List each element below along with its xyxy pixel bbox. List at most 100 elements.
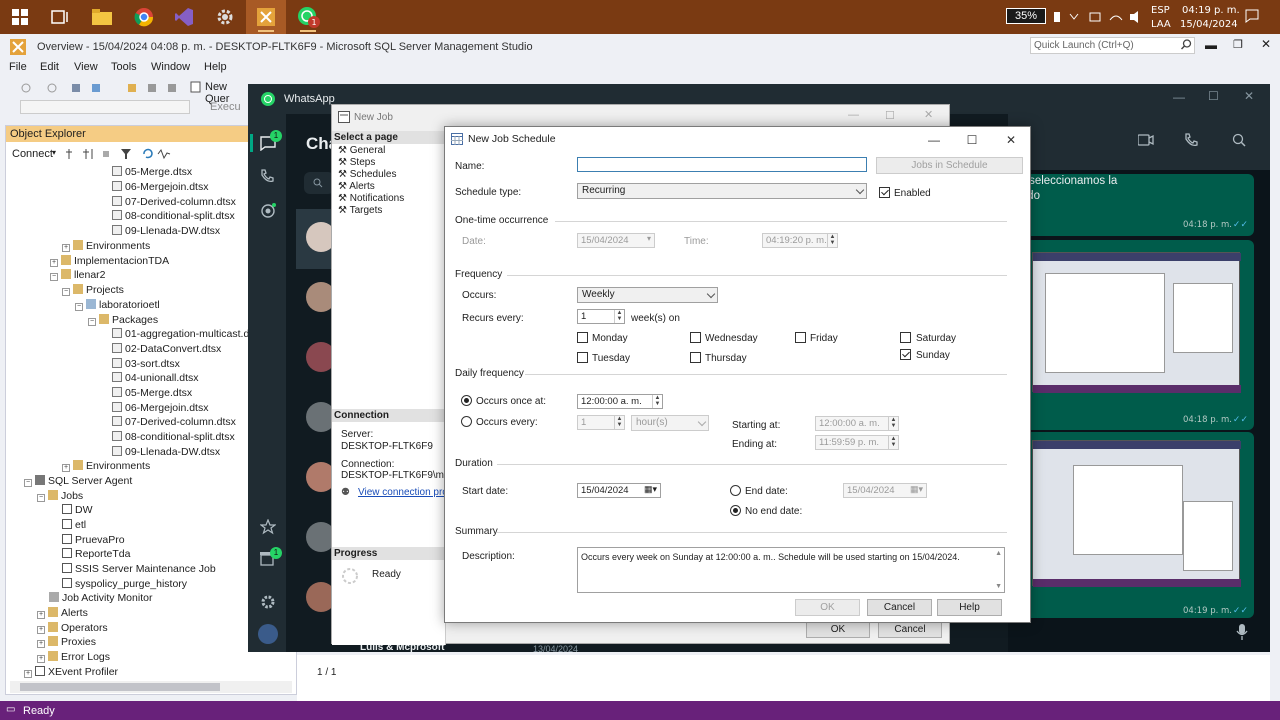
tree-item[interactable]: + ImplementacionTDA (50, 255, 169, 270)
friday-checkbox[interactable] (795, 332, 806, 343)
horizontal-scrollbar[interactable] (10, 681, 292, 693)
task-view-icon[interactable] (40, 0, 80, 34)
wa-close-button[interactable]: ✕ (1244, 89, 1254, 103)
tree-item[interactable]: 06-Mergejoin.dtsx (112, 181, 208, 196)
thursday-checkbox[interactable] (690, 352, 701, 363)
execute-button[interactable]: Execu (210, 101, 241, 113)
nj-minimize-button[interactable]: — (848, 109, 859, 121)
dialog-close-button[interactable]: ✕ (1002, 133, 1020, 147)
tree-item[interactable]: + XEvent Profiler (24, 666, 118, 681)
database-selector[interactable] (20, 100, 190, 114)
onetime-time-input[interactable]: 04:19:20 p. m. ▲ ▼ (762, 233, 838, 248)
schedule-ok-button[interactable]: OK (795, 599, 860, 616)
expand-icon[interactable]: + (62, 464, 70, 472)
tree-item[interactable]: 05-Merge.dtsx (112, 387, 192, 402)
new-query-icon[interactable] (190, 81, 201, 93)
ssms-close-button[interactable]: ✕ (1261, 37, 1271, 51)
page-schedules[interactable]: ⚒ Schedules (338, 169, 396, 180)
profile-avatar[interactable] (258, 624, 278, 644)
page-notifications[interactable]: ⚒ Notifications (338, 193, 404, 204)
occurs-every-radio[interactable] (461, 416, 472, 427)
tree-item[interactable]: Job Activity Monitor (49, 592, 152, 607)
tree-item[interactable]: − llenar2 (50, 269, 106, 284)
once-time-spinner-icon[interactable]: ▲ ▼ (652, 395, 662, 408)
occurs-every-input[interactable]: 1 ▲ ▼ (577, 415, 625, 430)
description-textarea[interactable]: Occurs every week on Sunday at 12:00:00 … (577, 547, 1005, 593)
every-spinner-icon[interactable]: ▲ ▼ (614, 416, 624, 429)
expand-icon[interactable]: + (37, 640, 45, 648)
tree-item[interactable]: − laboratorioetl (75, 299, 160, 314)
monday-checkbox[interactable] (577, 332, 588, 343)
menu-window[interactable]: Window (151, 61, 190, 73)
wa-maximize-button[interactable]: ☐ (1208, 89, 1219, 103)
quick-launch-input[interactable]: Quick Launch (Ctrl+Q) (1030, 37, 1195, 54)
tree-item[interactable]: etl (62, 519, 86, 534)
tree-item[interactable]: 03-sort.dtsx (112, 358, 180, 373)
occurs-every-unit-select[interactable]: hour(s) (631, 415, 709, 431)
page-targets[interactable]: ⚒ Targets (338, 205, 382, 216)
scrollbar-thumb[interactable] (20, 683, 220, 691)
tree-item[interactable]: 02-DataConvert.dtsx (112, 343, 221, 358)
page-general[interactable]: ⚒ General (338, 145, 385, 156)
collapse-icon[interactable]: − (75, 303, 83, 311)
expand-icon[interactable]: + (50, 259, 58, 267)
tree-item[interactable]: SSIS Server Maintenance Job (62, 563, 216, 578)
visual-studio-icon[interactable] (164, 0, 204, 34)
search-conversation-icon[interactable] (1232, 133, 1246, 147)
nj-maximize-button[interactable]: ☐ (885, 109, 895, 122)
dialog-maximize-button[interactable]: ☐ (963, 133, 981, 147)
schedule-type-select[interactable]: Recurring (577, 183, 867, 199)
tree-item[interactable]: − Jobs (37, 490, 83, 505)
wednesday-checkbox[interactable] (690, 332, 701, 343)
tree-item[interactable]: 09-Llenada-DW.dtsx (112, 225, 220, 240)
tree-item[interactable]: + Environments (62, 240, 150, 255)
screenshot-image[interactable] (1032, 252, 1241, 393)
expand-icon[interactable]: + (37, 611, 45, 619)
menu-view[interactable]: View (74, 61, 98, 73)
file-explorer-icon[interactable] (82, 0, 122, 34)
expand-icon[interactable]: + (62, 244, 70, 252)
tree-item[interactable]: + Proxies (37, 636, 96, 651)
message-bubble[interactable]: s, y seleccionamos la enado 04:18 p. m. … (1004, 174, 1254, 236)
tree-item[interactable]: 07-Derived-column.dtsx (112, 196, 236, 211)
jobs-in-schedule-button[interactable]: Jobs in Schedule (876, 157, 1023, 174)
occurs-once-time-input[interactable]: 12:00:00 a. m. ▲ ▼ (577, 394, 663, 409)
connect-button[interactable]: Connect (12, 148, 53, 160)
toolbar-icons[interactable] (20, 82, 190, 94)
start-date-picker[interactable]: 15/04/2024 ▦▾ (577, 483, 661, 498)
start-date-calendar-icon[interactable]: ▦▾ (644, 484, 657, 495)
ssms-minimize-button[interactable]: ▬ (1205, 38, 1217, 52)
end-date-calendar-icon[interactable]: ▦▾ (910, 484, 923, 495)
saturday-checkbox[interactable] (900, 332, 911, 343)
collapse-icon[interactable]: − (24, 479, 32, 487)
menu-file[interactable]: File (9, 61, 27, 73)
scroll-down-icon[interactable]: ▼ (995, 583, 1002, 590)
tree-item[interactable]: DW (62, 504, 93, 519)
expand-icon[interactable]: + (37, 655, 45, 663)
ending-at-input[interactable]: 11:59:59 p. m. ▲ ▼ (815, 435, 899, 450)
nj-close-button[interactable]: ✕ (924, 108, 933, 121)
onetime-date-picker[interactable]: 15/04/2024 ▾ (577, 233, 655, 248)
tree-item[interactable]: + Environments (62, 460, 150, 475)
quick-launch-search-icon[interactable] (1181, 39, 1192, 50)
end-date-picker[interactable]: 15/04/2024 ▦▾ (843, 483, 927, 498)
connect-dropdown-icon[interactable]: ▾ (52, 148, 56, 157)
menu-tools[interactable]: Tools (111, 61, 137, 73)
collapse-icon[interactable]: − (50, 273, 58, 281)
settings-icon[interactable] (260, 594, 276, 610)
settings-app-icon[interactable] (205, 0, 245, 34)
no-end-date-radio[interactable] (730, 505, 741, 516)
view-connection-properties-link[interactable]: View connection prop (358, 487, 453, 498)
tree-item[interactable]: 06-Mergejoin.dtsx (112, 402, 208, 417)
collapse-icon[interactable]: − (37, 494, 45, 502)
windows-start-icon[interactable] (0, 0, 40, 34)
recurs-every-input[interactable]: 1 ▲ ▼ (577, 309, 625, 324)
chrome-icon[interactable] (124, 0, 164, 34)
schedule-cancel-button[interactable]: Cancel (867, 599, 932, 616)
calendar-dropdown-icon[interactable]: ▾ (647, 234, 651, 243)
clock-time[interactable]: 04:19 p. m. (1182, 5, 1240, 16)
image-message[interactable]: 04:19 p. m. ✓✓ (1004, 432, 1254, 618)
tree-item[interactable]: 09-Llenada-DW.dtsx (112, 446, 220, 461)
tree-item[interactable]: 08-conditional-split.dtsx (112, 210, 235, 225)
tree-item[interactable]: PruevaPro (62, 534, 125, 549)
